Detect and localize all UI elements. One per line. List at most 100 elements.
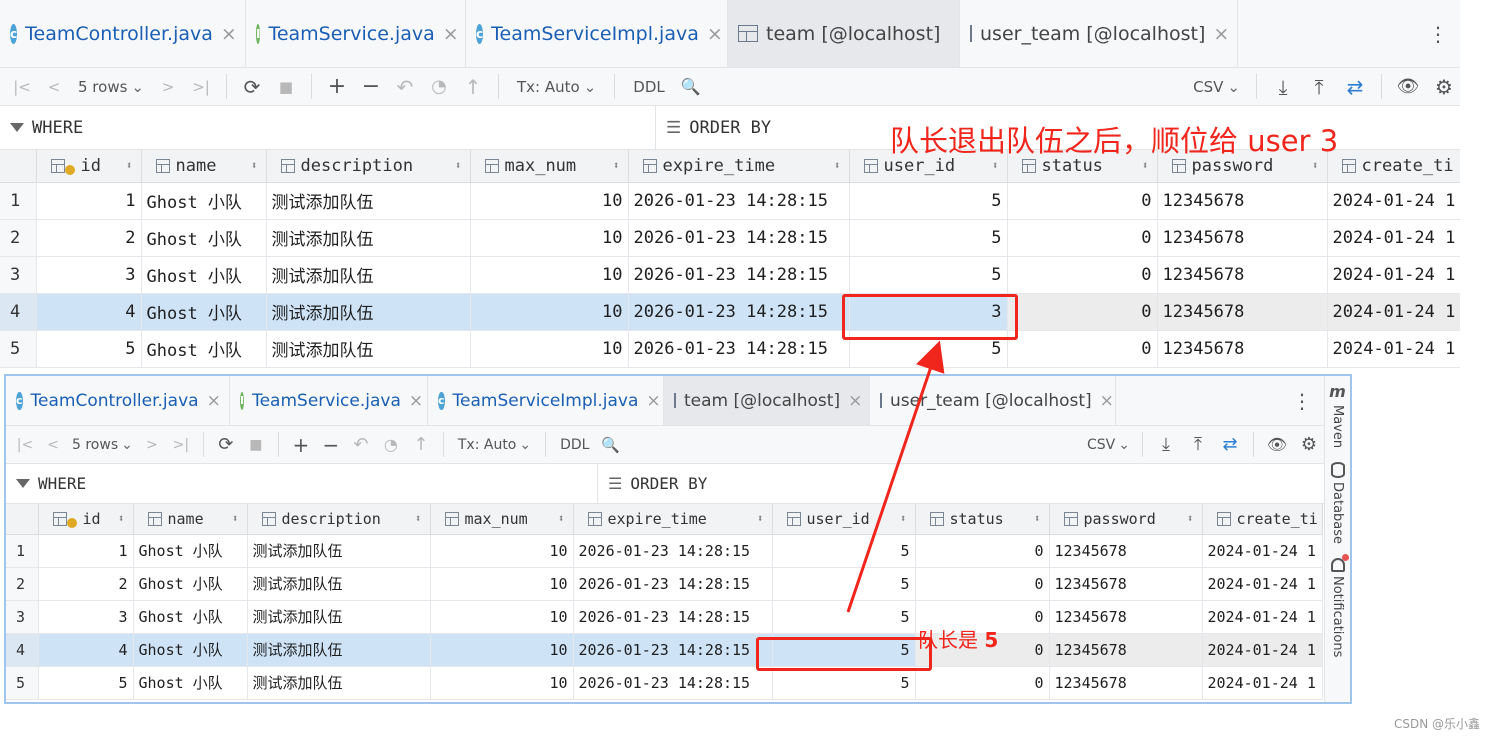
upload-icon[interactable]: ⤒ xyxy=(1183,434,1213,455)
notifications-tool-window[interactable]: Notifications xyxy=(1330,576,1345,657)
next-page-icon[interactable]: > xyxy=(139,437,165,453)
column-header-status[interactable]: status ⬍ xyxy=(915,504,1050,535)
table-row[interactable]: 3 3 Ghost 小队 测试添加队伍 10 2026-01-23 14:28:15 5 0 1… xyxy=(0,256,1460,294)
add-row-icon[interactable]: + xyxy=(322,74,352,99)
cell-id[interactable]: 2 xyxy=(38,567,134,601)
order-by-filter[interactable]: ☰ ORDER BY xyxy=(598,464,1298,503)
cell-create-ti[interactable]: 2024-01-24 1 xyxy=(1202,534,1323,568)
cell-name[interactable]: Ghost 小队 xyxy=(141,219,267,257)
cell-description[interactable]: 测试添加队伍 xyxy=(247,633,431,667)
column-header-expire-time[interactable]: expire_time ⬍ xyxy=(628,150,850,183)
cell-user-id[interactable]: 5 xyxy=(849,219,1008,257)
cell-user-id[interactable]: 5 xyxy=(849,182,1008,220)
tx-mode-selector[interactable]: Tx: Auto ⌄ xyxy=(452,437,537,453)
preview-icon[interactable]: ◔ xyxy=(377,435,405,454)
row-number[interactable]: 5 xyxy=(6,666,39,700)
cell-description[interactable]: 测试添加队伍 xyxy=(266,293,471,331)
first-page-icon[interactable]: |< xyxy=(8,78,36,96)
cell-name[interactable]: Ghost 小队 xyxy=(141,256,267,294)
row-number[interactable]: 4 xyxy=(6,633,39,667)
sort-icon[interactable]: ⬍ xyxy=(118,512,132,525)
maven-tool-window[interactable]: Maven xyxy=(1330,405,1345,448)
sort-icon[interactable]: ⬍ xyxy=(1187,512,1201,525)
tab-teamservice[interactable]: I TeamService.java × xyxy=(230,376,428,425)
cell-name[interactable]: Ghost 小队 xyxy=(133,567,248,601)
cell-status[interactable]: 0 xyxy=(1007,219,1158,257)
upload-icon[interactable]: ⤒ xyxy=(1303,75,1335,99)
tab-user-team-localhost[interactable]: user_team [@localhost] × xyxy=(960,0,1238,67)
search-icon[interactable]: 🔍 xyxy=(597,436,623,454)
cell-description[interactable]: 测试添加队伍 xyxy=(247,534,431,568)
column-header-description[interactable]: description ⬍ xyxy=(266,150,471,183)
cell-id[interactable]: 2 xyxy=(36,219,142,257)
submit-icon[interactable]: ↑ xyxy=(458,75,488,99)
more-tabs-icon[interactable]: ⋮ xyxy=(1280,376,1324,425)
cell-password[interactable]: 12345678 xyxy=(1049,534,1203,568)
row-number[interactable]: 1 xyxy=(0,182,37,220)
database-tool-window[interactable]: Database xyxy=(1330,482,1345,544)
cell-max-num[interactable]: 10 xyxy=(470,219,629,257)
rows-selector[interactable]: 5 rows ⌄ xyxy=(68,437,137,453)
cell-description[interactable]: 测试添加队伍 xyxy=(266,256,471,294)
column-header-create-ti[interactable]: create_ti xyxy=(1202,504,1323,535)
cell-max-num[interactable]: 10 xyxy=(430,666,574,700)
cell-create-ti[interactable]: 2024-01-24 1 xyxy=(1202,666,1323,700)
sort-icon[interactable]: ⬍ xyxy=(455,159,469,172)
cell-expire-time[interactable]: 2026-01-23 14:28:15 xyxy=(628,182,850,220)
next-page-icon[interactable]: > xyxy=(154,78,182,96)
close-icon[interactable]: × xyxy=(207,391,221,411)
tx-mode-selector[interactable]: Tx: Auto ⌄ xyxy=(509,78,604,96)
bell-icon[interactable] xyxy=(1330,554,1349,573)
cell-name[interactable]: Ghost 小队 xyxy=(133,633,248,667)
cell-description[interactable]: 测试添加队伍 xyxy=(247,666,431,700)
table-row[interactable]: 5 5 Ghost 小队 测试添加队伍 10 2026-01-23 14:28:15 5 0 1… xyxy=(0,330,1460,368)
gear-icon[interactable]: ⚙ xyxy=(1428,75,1460,99)
cell-max-num[interactable]: 10 xyxy=(430,600,574,634)
cell-id[interactable]: 3 xyxy=(36,256,142,294)
sort-icon[interactable]: ⬍ xyxy=(757,512,771,525)
cell-create-ti[interactable]: 2024-01-24 1 xyxy=(1327,256,1460,294)
cell-name[interactable]: Ghost 小队 xyxy=(141,182,267,220)
search-icon[interactable]: 🔍 xyxy=(677,77,705,96)
close-icon[interactable]: × xyxy=(443,23,459,45)
cell-id[interactable]: 1 xyxy=(36,182,142,220)
tab-team-localhost[interactable]: team [@localhost] xyxy=(728,0,960,67)
cell-description[interactable]: 测试添加队伍 xyxy=(266,219,471,257)
close-icon[interactable]: × xyxy=(221,23,237,45)
table-row[interactable]: 4 4 Ghost 小队 测试添加队伍 10 2026-01-23 14:28:15 3 0 1… xyxy=(0,293,1460,331)
prev-page-icon[interactable]: < xyxy=(40,437,66,453)
cell-expire-time[interactable]: 2026-01-23 14:28:15 xyxy=(573,666,773,700)
cell-id[interactable]: 5 xyxy=(38,666,134,700)
cell-status[interactable]: 0 xyxy=(915,567,1050,601)
where-filter[interactable]: WHERE xyxy=(0,106,656,149)
sort-icon[interactable]: ⬍ xyxy=(232,512,246,525)
tab-teamcontroller[interactable]: c TeamController.java × xyxy=(6,376,230,425)
export-format-selector[interactable]: CSV ⌄ xyxy=(1187,78,1246,96)
cell-password[interactable]: 12345678 xyxy=(1157,293,1328,331)
sort-icon[interactable]: ⬍ xyxy=(992,159,1006,172)
cell-password[interactable]: 12345678 xyxy=(1049,666,1203,700)
last-page-icon[interactable]: >| xyxy=(167,437,195,453)
close-icon[interactable]: × xyxy=(848,391,862,411)
close-icon[interactable]: × xyxy=(646,391,660,411)
cell-max-num[interactable]: 10 xyxy=(430,534,574,568)
cell-create-ti[interactable]: 2024-01-24 1 xyxy=(1327,330,1460,368)
cell-create-ti[interactable]: 2024-01-24 1 xyxy=(1202,600,1323,634)
column-header-name[interactable]: name ⬍ xyxy=(141,150,267,183)
close-icon[interactable]: × xyxy=(1100,391,1114,411)
revert-icon[interactable]: ↶ xyxy=(390,75,420,99)
column-header-id[interactable]: id ⬍ xyxy=(38,504,134,535)
cell-max-num[interactable]: 10 xyxy=(430,633,574,667)
cell-create-ti[interactable]: 2024-01-24 1 xyxy=(1202,633,1323,667)
cell-password[interactable]: 12345678 xyxy=(1157,219,1328,257)
column-header-name[interactable]: name ⬍ xyxy=(133,504,248,535)
delete-row-icon[interactable]: − xyxy=(356,74,386,99)
stop-icon[interactable]: ■ xyxy=(242,437,270,453)
cell-user-id[interactable]: 5 xyxy=(772,600,916,634)
cell-id[interactable]: 4 xyxy=(38,633,134,667)
tab-teamserviceimpl[interactable]: c TeamServiceImpl.java × xyxy=(466,0,728,67)
compare-icon[interactable]: ⇄ xyxy=(1215,434,1245,455)
row-number[interactable]: 1 xyxy=(6,534,39,568)
first-page-icon[interactable]: |< xyxy=(12,437,38,453)
maven-icon[interactable]: m xyxy=(1329,382,1346,401)
